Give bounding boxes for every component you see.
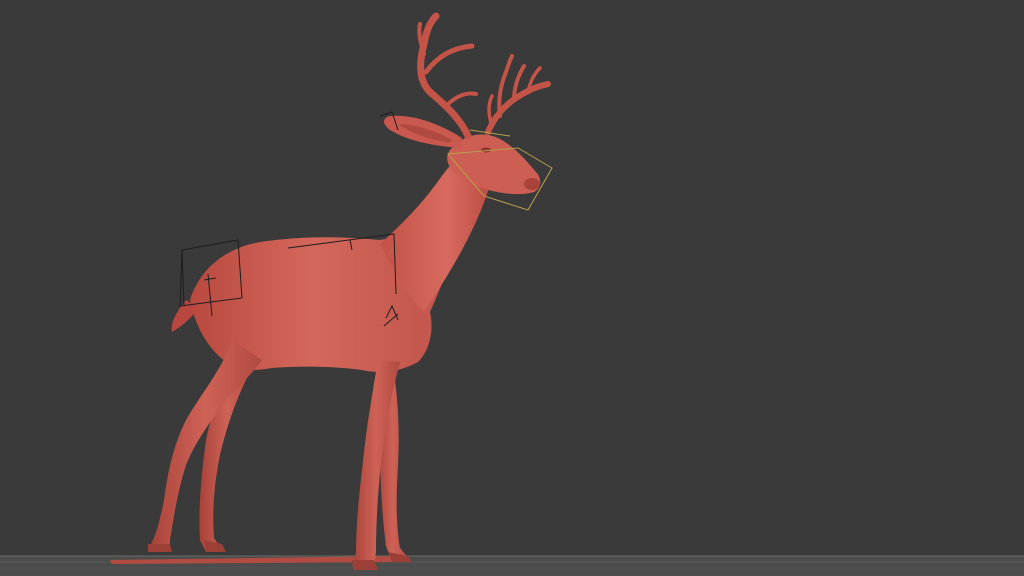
viewport-background [0, 0, 1024, 576]
hoof-front-near [352, 560, 378, 570]
floor-grid [0, 555, 1024, 576]
3d-viewport[interactable] [0, 0, 1024, 576]
deer-nose [524, 178, 540, 190]
sculpt-scene[interactable] [0, 0, 1024, 576]
hoof-hind-near [148, 544, 172, 552]
